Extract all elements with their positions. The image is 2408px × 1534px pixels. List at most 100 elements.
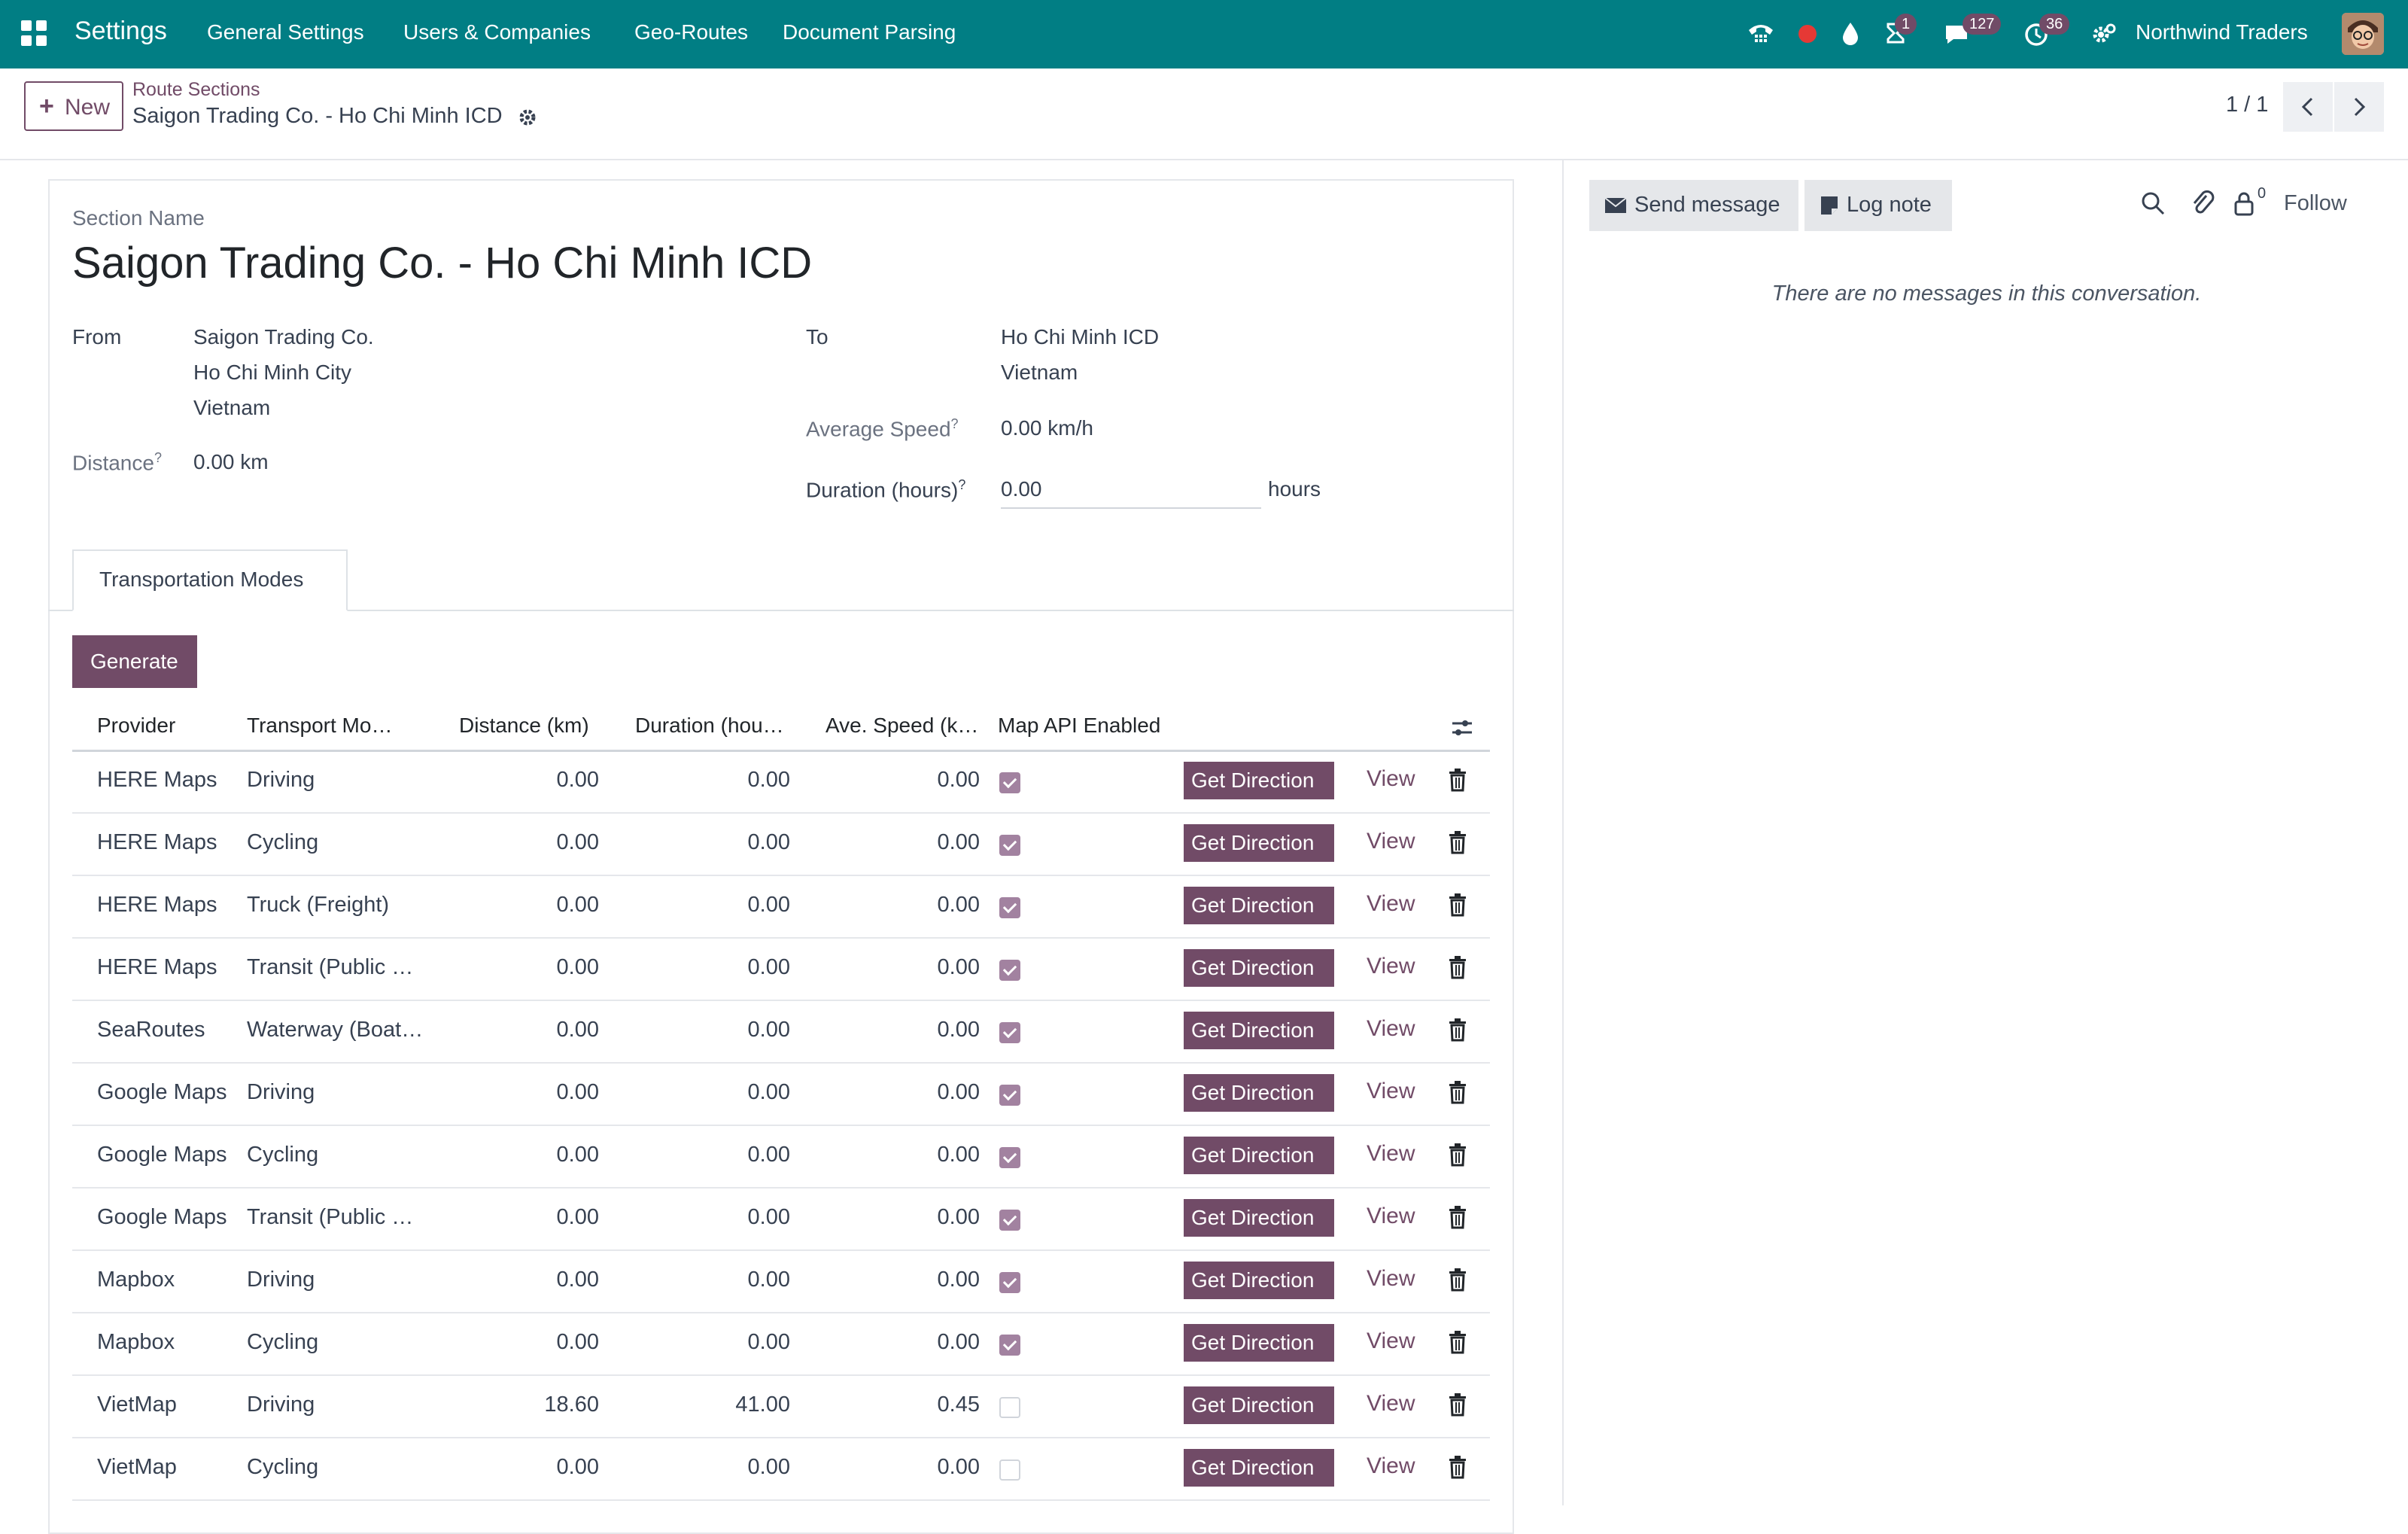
get-direction-button[interactable]: Get Direction [1184,1199,1334,1237]
log-note-button[interactable]: Log note [1804,180,1952,231]
column-settings-icon[interactable] [1449,715,1475,741]
table-row[interactable]: HERE Maps Driving 0.00 0.00 0.00 Get Directio… [72,750,1490,814]
table-row[interactable]: HERE Maps Transit (Public … 0.00 0.00 0.00 Ge… [72,937,1490,1001]
pager-value[interactable]: 1 / 1 [2226,93,2268,117]
recording-dot-icon[interactable] [1791,17,1824,50]
col-transport-mode[interactable]: Transport Mo… [247,714,392,738]
get-direction-button[interactable]: Get Direction [1184,1074,1334,1112]
col-duration[interactable]: Duration (hou… [635,714,784,738]
menu-document-parsing[interactable]: Document Parsing [783,20,956,44]
view-link[interactable]: View [1367,1329,1415,1354]
map-api-enabled-checkbox[interactable] [999,1022,1020,1043]
map-api-enabled-checkbox[interactable] [999,835,1020,856]
drop-icon[interactable] [1834,17,1867,50]
table-row[interactable]: HERE Maps Truck (Freight) 0.00 0.00 0.00 Get … [72,875,1490,939]
col-ave-speed[interactable]: Ave. Speed (k… [825,714,978,738]
table-row[interactable]: SeaRoutes Waterway (Boat… 0.00 0.00 0.00 Get … [72,1000,1490,1064]
send-message-button[interactable]: Send message [1589,180,1798,231]
pager-previous-button[interactable] [2283,82,2333,132]
map-api-enabled-checkbox[interactable] [999,1397,1020,1418]
trash-icon[interactable] [1446,1268,1469,1292]
table-row[interactable]: VietMap Cycling 0.00 0.00 0.00 Get Direction V… [72,1437,1490,1501]
phone-icon[interactable] [1744,17,1777,50]
tab-transportation-modes[interactable]: Transportation Modes [72,549,348,611]
view-link[interactable]: View [1367,1391,1415,1417]
new-button[interactable]: + New [24,81,123,131]
table-row[interactable]: Google Maps Driving 0.00 0.00 0.00 Get Direct… [72,1062,1490,1126]
get-direction-button[interactable]: Get Direction [1184,1386,1334,1424]
map-api-enabled-checkbox[interactable] [999,1085,1020,1106]
trash-icon[interactable] [1446,1455,1469,1479]
settings-icon[interactable] [2087,17,2121,50]
col-provider[interactable]: Provider [97,714,175,738]
from-line-1[interactable]: Saigon Trading Co. [193,325,374,349]
get-direction-button[interactable]: Get Direction [1184,1449,1334,1487]
trash-icon[interactable] [1446,830,1469,854]
trash-icon[interactable] [1446,1392,1469,1417]
trash-icon[interactable] [1446,1330,1469,1354]
get-direction-button[interactable]: Get Direction [1184,824,1334,862]
trash-icon[interactable] [1446,955,1469,979]
col-map-api-enabled[interactable]: Map API Enabled [998,714,1160,738]
view-link[interactable]: View [1367,1016,1415,1042]
map-api-enabled-checkbox[interactable] [999,772,1020,793]
get-direction-button[interactable]: Get Direction [1184,887,1334,924]
duration-input[interactable]: 0.00 [1001,477,1261,509]
pager-next-button[interactable] [2334,82,2384,132]
get-direction-button[interactable]: Get Direction [1184,1324,1334,1362]
trash-icon[interactable] [1446,1080,1469,1104]
view-link[interactable]: View [1367,1266,1415,1292]
trash-icon[interactable] [1446,1205,1469,1229]
get-direction-button[interactable]: Get Direction [1184,949,1334,987]
menu-geo-routes[interactable]: Geo-Routes [634,20,748,44]
map-api-enabled-checkbox[interactable] [999,1147,1020,1168]
menu-general-settings[interactable]: General Settings [207,20,364,44]
follow-button[interactable]: Follow [2284,191,2347,216]
view-link[interactable]: View [1367,1453,1415,1479]
map-api-enabled-checkbox[interactable] [999,960,1020,981]
trash-icon[interactable] [1446,893,1469,917]
view-link[interactable]: View [1367,766,1415,792]
view-link[interactable]: View [1367,1079,1415,1104]
paperclip-icon[interactable] [2188,188,2215,217]
duration-help-icon[interactable]: ? [958,477,965,492]
average-speed-help-icon[interactable]: ? [951,416,959,431]
map-api-enabled-checkbox[interactable] [999,897,1020,918]
menu-users-companies[interactable]: Users & Companies [403,20,591,44]
table-row[interactable]: Google Maps Transit (Public … 0.00 0.00 0.00… [72,1187,1490,1251]
company-switcher[interactable]: Northwind Traders [2136,20,2308,44]
get-direction-button[interactable]: Get Direction [1184,762,1334,799]
trash-icon[interactable] [1446,1143,1469,1167]
generate-button[interactable]: Generate [72,635,197,688]
lock-followers-icon[interactable] [2232,190,2256,217]
trash-icon[interactable] [1446,1018,1469,1042]
map-api-enabled-checkbox[interactable] [999,1335,1020,1356]
view-link[interactable]: View [1367,1141,1415,1167]
distance-help-icon[interactable]: ? [154,450,162,465]
table-row[interactable]: Google Maps Cycling 0.00 0.00 0.00 Get Direct… [72,1125,1490,1189]
search-icon[interactable] [2139,190,2166,217]
view-link[interactable]: View [1367,891,1415,917]
record-gear-icon[interactable] [517,107,538,128]
trash-icon[interactable] [1446,768,1469,792]
user-avatar[interactable] [2342,13,2384,55]
table-row[interactable]: Mapbox Driving 0.00 0.00 0.00 Get Direction Vi… [72,1249,1490,1313]
table-row[interactable]: HERE Maps Cycling 0.00 0.00 0.00 Get Directio… [72,812,1490,876]
table-row[interactable]: Mapbox Cycling 0.00 0.00 0.00 Get Direction Vi… [72,1312,1490,1376]
table-row[interactable]: VietMap Driving 18.60 41.00 0.45 Get Directio… [72,1374,1490,1438]
app-name[interactable]: Settings [74,17,167,46]
get-direction-button[interactable]: Get Direction [1184,1137,1334,1174]
get-direction-button[interactable]: Get Direction [1184,1012,1334,1049]
map-api-enabled-checkbox[interactable] [999,1272,1020,1293]
view-link[interactable]: View [1367,1204,1415,1229]
to-line-1[interactable]: Ho Chi Minh ICD [1001,325,1159,349]
view-link[interactable]: View [1367,829,1415,854]
map-api-enabled-checkbox[interactable] [999,1459,1020,1481]
map-api-enabled-checkbox[interactable] [999,1210,1020,1231]
col-distance[interactable]: Distance (km) [459,714,589,738]
view-link[interactable]: View [1367,954,1415,979]
breadcrumb-route-sections[interactable]: Route Sections [132,79,260,101]
apps-menu-icon[interactable] [21,20,48,47]
get-direction-button[interactable]: Get Direction [1184,1262,1334,1299]
section-name-value[interactable]: Saigon Trading Co. - Ho Chi Minh ICD [72,238,812,288]
